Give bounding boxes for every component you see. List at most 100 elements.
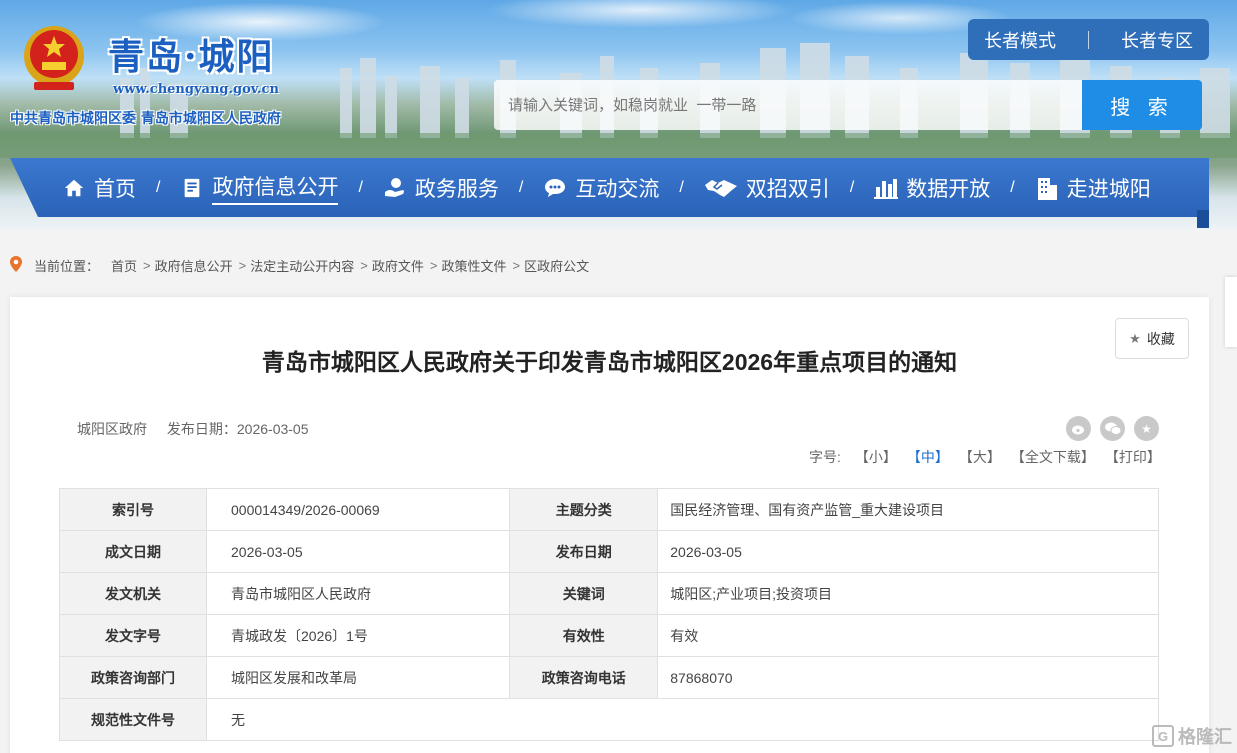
breadcrumb-item-gov-docs[interactable]: 政府文件	[372, 256, 424, 275]
nav-separator: /	[849, 178, 855, 196]
elder-mode-link[interactable]: 长者模式	[984, 27, 1056, 53]
nav-label: 首页	[94, 177, 136, 201]
nav-separator: /	[358, 178, 363, 196]
info-key: 政策咨询部门	[59, 656, 207, 699]
breadcrumb-arrow: >	[512, 257, 521, 273]
table-row: 政策咨询部门 城阳区发展和改革局 政策咨询电话 87868070	[59, 656, 1159, 699]
breadcrumb-arrow: >	[238, 257, 247, 273]
nav-label: 互动交流	[575, 177, 660, 201]
breadcrumb-arrow: >	[429, 257, 438, 273]
elder-bar-divider	[1088, 30, 1089, 49]
info-key: 关键词	[509, 572, 659, 615]
breadcrumb: 当前位置： 首页 > 政府信息公开 > 法定主动公开内容 > 政府文件 > 政策…	[10, 255, 595, 275]
document-icon	[180, 176, 204, 200]
chat-icon	[543, 176, 567, 200]
article-publish-date: 发布日期：2026-03-05	[166, 421, 309, 437]
nav-item-gov-info[interactable]: 政府信息公开	[180, 158, 339, 217]
info-value: 2026-03-05	[205, 530, 511, 573]
info-key: 有效性	[509, 614, 659, 657]
print-link[interactable]: 【打印】	[1105, 447, 1161, 467]
nav-label: 数据开放	[906, 177, 991, 201]
info-value: 城阳区;产业项目;投资项目	[657, 572, 1159, 615]
weibo-share-icon[interactable]	[1066, 416, 1091, 441]
article-card: ★ 收藏 青岛市城阳区人民政府关于印发青岛市城阳区2026年重点项目的通知 城阳…	[10, 297, 1209, 753]
article-meta: 城阳区政府 发布日期：2026-03-05	[77, 419, 325, 439]
breadcrumb-item-statutory[interactable]: 法定主动公开内容	[250, 256, 354, 275]
elder-mode-bar: 长者模式 长者专区	[968, 19, 1209, 60]
table-row: 成文日期 2026-03-05 发布日期 2026-03-05	[59, 530, 1159, 573]
table-row: 发文机关 青岛市城阳区人民政府 关键词 城阳区;产业项目;投资项目	[59, 572, 1159, 615]
nav-separator: /	[679, 178, 684, 196]
nav-ribbon-tail	[1197, 210, 1209, 228]
table-row: 发文字号 青城政发〔2026〕1号 有效性 有效	[59, 614, 1159, 657]
hand-service-icon	[383, 176, 407, 200]
national-emblem-icon	[24, 26, 84, 90]
info-key: 索引号	[59, 488, 207, 531]
breadcrumb-item-gov-info[interactable]: 政府信息公开	[155, 256, 233, 275]
info-value: 000014349/2026-00069	[205, 488, 511, 531]
nav-label: 政府信息公开	[212, 171, 339, 205]
table-row: 规范性文件号无	[59, 698, 1159, 741]
article-source: 城阳区政府	[77, 421, 147, 437]
info-key: 发文机关	[59, 572, 207, 615]
download-full-text[interactable]: 【全文下载】	[1011, 447, 1095, 467]
nav-item-services[interactable]: 政务服务	[383, 158, 499, 217]
nav-item-open-data[interactable]: 数据开放	[874, 158, 990, 217]
info-value: 无	[206, 698, 1159, 741]
bar-chart-icon	[874, 176, 899, 200]
main-nav: 首页 / 政府信息公开 / 政务服务 / 互动交流 / 双招双引 / 数据开放 …	[10, 158, 1209, 217]
site-url: www.chengyang.gov.cn	[113, 82, 279, 97]
info-value: 2026-03-05	[657, 530, 1159, 573]
article-title: 青岛市城阳区人民政府关于印发青岛市城阳区2026年重点项目的通知	[261, 349, 958, 375]
nav-item-investment[interactable]: 双招双引	[704, 158, 830, 217]
nav-label: 政务服务	[414, 177, 499, 201]
nav-separator: /	[156, 178, 161, 196]
side-floating-tab[interactable]	[1225, 277, 1237, 347]
share-bar: ★	[1066, 416, 1159, 441]
info-key: 发文字号	[59, 614, 207, 657]
site-name[interactable]: 青岛·城阳	[108, 28, 275, 80]
info-key: 主题分类	[509, 488, 659, 531]
nav-label: 双招双引	[745, 177, 830, 201]
breadcrumb-item-district-docs[interactable]: 区政府公文	[524, 256, 589, 275]
handshake-icon	[704, 176, 738, 200]
font-size-controls: 字号: 【小】 【中】 【大】 【全文下载】 【打印】	[809, 447, 1171, 467]
nav-item-about[interactable]: 走进城阳	[1035, 158, 1151, 217]
nav-separator: /	[518, 178, 524, 196]
info-value: 有效	[657, 614, 1159, 657]
info-key: 发布日期	[509, 530, 659, 573]
watermark: G 格隆汇	[1152, 723, 1232, 749]
breadcrumb-prefix: 当前位置：	[34, 258, 100, 274]
info-value: 87868070	[657, 656, 1159, 699]
breadcrumb-arrow: >	[143, 257, 151, 273]
favorite-star-icon[interactable]: ★	[1134, 416, 1159, 441]
info-key: 政策咨询电话	[509, 656, 659, 699]
info-key: 成文日期	[59, 530, 207, 573]
breadcrumb-arrow: >	[360, 257, 368, 273]
watermark-text: 格隆汇	[1178, 727, 1232, 747]
site-organization: 中共青岛市城阳区委 青岛市城阳区人民政府	[10, 111, 281, 127]
elder-zone-link[interactable]: 长者专区	[1121, 27, 1193, 53]
font-size-large[interactable]: 【大】	[959, 447, 1001, 467]
info-value: 城阳区发展和改革局	[205, 656, 511, 699]
home-icon	[62, 176, 86, 200]
font-size-label: 字号:	[809, 449, 841, 465]
info-value: 国民经济管理、国有资产监管_重大建设项目	[657, 488, 1159, 531]
info-key: 规范性文件号	[59, 698, 207, 741]
search-button[interactable]: 搜 索	[1082, 80, 1202, 130]
building-icon	[1035, 176, 1059, 200]
nav-label: 走进城阳	[1066, 177, 1151, 201]
table-row: 索引号 000014349/2026-00069 主题分类 国民经济管理、国有资产监管…	[59, 488, 1159, 531]
font-size-medium[interactable]: 【中】	[907, 447, 949, 467]
breadcrumb-item-home[interactable]: 首页	[111, 256, 137, 275]
nav-item-interaction[interactable]: 互动交流	[543, 158, 659, 217]
document-info-table: 索引号 000014349/2026-00069 主题分类 国民经济管理、国有资产监管…	[59, 488, 1159, 741]
nav-item-home[interactable]: 首页	[62, 158, 136, 217]
breadcrumb-item-policy-docs[interactable]: 政策性文件	[441, 256, 506, 275]
font-size-small[interactable]: 【小】	[855, 447, 897, 467]
search-input[interactable]	[494, 80, 1082, 130]
wechat-share-icon[interactable]	[1100, 416, 1125, 441]
watermark-logo-icon: G	[1152, 725, 1174, 747]
nav-separator: /	[1010, 178, 1015, 196]
location-pin-icon	[10, 255, 22, 275]
